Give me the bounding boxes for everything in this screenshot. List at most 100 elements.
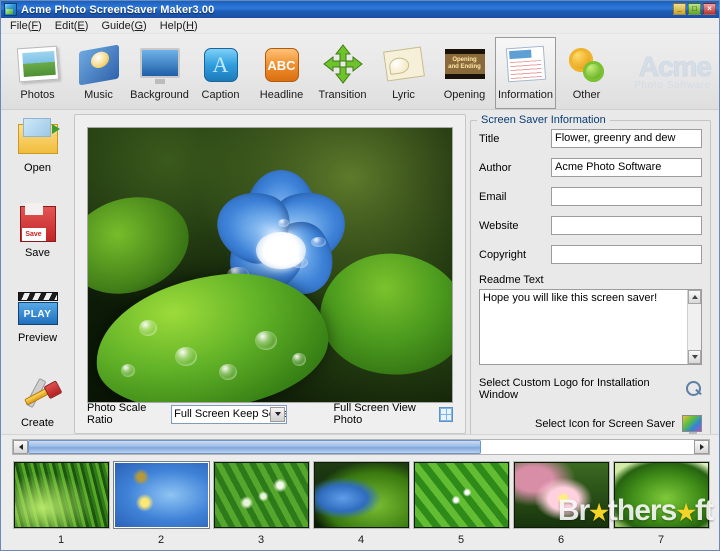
chevron-down-icon[interactable] bbox=[270, 406, 286, 422]
thumbnail-number: 3 bbox=[257, 534, 265, 546]
open-folder-icon bbox=[16, 116, 60, 160]
thumbnail-scrollbar[interactable] bbox=[12, 439, 710, 455]
information-panel: Screen Saver Information Title Flower, g… bbox=[466, 110, 719, 447]
music-icon bbox=[77, 42, 121, 86]
toolbar-label-transition: Transition bbox=[318, 89, 367, 101]
rail-label-open: Open bbox=[24, 162, 51, 174]
toolbar-label-information: Information bbox=[497, 89, 554, 101]
scroll-down-icon[interactable] bbox=[688, 350, 701, 364]
save-floppy-icon bbox=[16, 201, 60, 245]
information-icon bbox=[504, 42, 548, 86]
menu-bar: File(F) Edit(E) Guide(G) Help(H) bbox=[1, 18, 719, 34]
grid-icon[interactable] bbox=[439, 406, 453, 422]
opening-text-line2: and Ending bbox=[448, 64, 481, 70]
copyright-field[interactable] bbox=[551, 245, 702, 264]
field-row-copyright: Copyright bbox=[479, 245, 702, 264]
transition-icon bbox=[321, 42, 365, 86]
menu-item-edit[interactable]: Edit(E) bbox=[51, 19, 98, 33]
menu-file-tail: ) bbox=[38, 19, 42, 32]
menu-edit-tail: ) bbox=[84, 19, 89, 32]
scroll-left-icon[interactable] bbox=[13, 440, 28, 454]
menu-guide-tail: ) bbox=[143, 19, 147, 32]
scrollbar-thumb[interactable] bbox=[28, 440, 481, 454]
thumbnail-number: 6 bbox=[557, 534, 565, 546]
menu-item-guide[interactable]: Guide(G) bbox=[97, 19, 155, 33]
toolbar-button-photos[interactable]: Photos bbox=[7, 37, 68, 109]
thumbnail-frame[interactable] bbox=[212, 461, 310, 529]
brand-logo: Acme Photo Software bbox=[591, 48, 712, 96]
application-window: Acme Photo ScreenSaver Maker3.00 _ □ × F… bbox=[0, 0, 720, 551]
close-button[interactable]: × bbox=[703, 3, 716, 15]
title-field[interactable]: Flower, greenry and dew bbox=[551, 129, 702, 148]
scrollbar-track[interactable] bbox=[28, 440, 694, 454]
preview-photo[interactable] bbox=[87, 127, 453, 403]
website-field[interactable] bbox=[551, 216, 702, 235]
readme-text-area[interactable]: Hope you will like this screen saver! bbox=[479, 289, 702, 365]
author-field[interactable]: Acme Photo Software bbox=[551, 158, 702, 177]
thumbnail-frame[interactable] bbox=[312, 461, 410, 529]
thumbnail-frame[interactable] bbox=[112, 461, 210, 529]
readme-text-label: Readme Text bbox=[479, 274, 544, 286]
toolbar-button-opening[interactable]: Opening and Ending Opening bbox=[434, 37, 495, 109]
screensaver-icon-label: Select Icon for Screen Saver bbox=[534, 417, 675, 430]
main-toolbar: Photos Music Background A Caption ABC He… bbox=[1, 34, 719, 110]
scroll-right-icon[interactable] bbox=[694, 440, 709, 454]
thumbnail-item-5[interactable]: 5 bbox=[411, 461, 511, 550]
rail-label-save: Save bbox=[24, 247, 51, 259]
rail-button-save[interactable]: Save bbox=[1, 201, 74, 273]
thumbnail-frame[interactable] bbox=[612, 461, 710, 529]
email-field[interactable] bbox=[551, 187, 702, 206]
toolbar-button-caption[interactable]: A Caption bbox=[190, 37, 251, 109]
preview-panel: Photo Scale Ratio Full Screen Keep Scale… bbox=[74, 114, 466, 434]
thumbnail-item-1[interactable]: 1 bbox=[11, 461, 111, 550]
scroll-up-icon[interactable] bbox=[688, 290, 701, 304]
copyright-label: Copyright bbox=[479, 248, 527, 261]
toolbar-label-music: Music bbox=[84, 89, 113, 101]
photo-scale-ratio-select[interactable]: Full Screen Keep Scale R bbox=[171, 404, 288, 424]
toolbar-label-background: Background bbox=[130, 89, 189, 101]
photos-icon bbox=[16, 42, 60, 86]
photo-scale-ratio-label: Photo Scale Ratio bbox=[87, 402, 147, 426]
magnifier-icon[interactable] bbox=[686, 380, 702, 398]
thumbnail-item-6[interactable]: 6 bbox=[511, 461, 611, 550]
app-icon bbox=[4, 3, 17, 16]
monitor-picture-icon[interactable] bbox=[682, 415, 702, 435]
thumbnail-frame[interactable] bbox=[512, 461, 610, 529]
maximize-button[interactable]: □ bbox=[688, 3, 701, 15]
rail-button-preview[interactable]: PLAY Preview bbox=[1, 286, 74, 358]
toolbar-button-information[interactable]: Information bbox=[495, 37, 556, 109]
rail-button-create[interactable]: Create bbox=[1, 371, 74, 443]
thumbnail-item-4[interactable]: 4 bbox=[311, 461, 411, 550]
toolbar-button-transition[interactable]: Transition bbox=[312, 37, 373, 109]
custom-logo-label: Select Custom Logo for Installation Wind… bbox=[479, 377, 650, 401]
toolbar-button-headline[interactable]: ABC Headline bbox=[251, 37, 312, 109]
main-body: Open Save PLAY Preview Create bbox=[1, 110, 719, 447]
thumbnail-item-7[interactable]: 7 bbox=[611, 461, 711, 550]
menu-item-file[interactable]: File(F) bbox=[6, 19, 51, 33]
rail-button-open[interactable]: Open bbox=[1, 116, 74, 188]
thumbnail-number: 5 bbox=[457, 534, 465, 546]
thumbnail-frame[interactable] bbox=[12, 461, 110, 529]
thumbnail-number: 1 bbox=[57, 534, 65, 546]
thumbnail-item-2[interactable]: 2 bbox=[111, 461, 211, 550]
readme-scrollbar[interactable] bbox=[687, 290, 701, 364]
thumbnail-frame[interactable] bbox=[412, 461, 510, 529]
preview-controls: Photo Scale Ratio Full Screen Keep Scale… bbox=[87, 402, 453, 426]
toolbar-label-caption: Caption bbox=[201, 89, 240, 101]
field-row-website: Website bbox=[479, 216, 702, 235]
toolbar-button-music[interactable]: Music bbox=[68, 37, 129, 109]
toolbar-label-lyric: Lyric bbox=[392, 89, 415, 101]
menu-item-help[interactable]: Help(H) bbox=[156, 19, 207, 33]
title-label: Title bbox=[479, 132, 500, 145]
field-row-title: Title Flower, greenry and dew bbox=[479, 129, 702, 148]
toolbar-label-headline: Headline bbox=[259, 89, 304, 101]
toolbar-button-background[interactable]: Background bbox=[129, 37, 190, 109]
menu-help-text: Help( bbox=[159, 19, 186, 32]
menu-edit-accel: E bbox=[77, 19, 85, 32]
field-row-author: Author Acme Photo Software bbox=[479, 158, 702, 177]
toolbar-button-lyric[interactable]: Lyric bbox=[373, 37, 434, 109]
custom-logo-row: Select Custom Logo for Installation Wind… bbox=[479, 377, 702, 401]
minimize-button[interactable]: _ bbox=[673, 3, 686, 15]
thumbnail-item-3[interactable]: 3 bbox=[211, 461, 311, 550]
opening-icon: Opening and Ending bbox=[443, 42, 487, 86]
